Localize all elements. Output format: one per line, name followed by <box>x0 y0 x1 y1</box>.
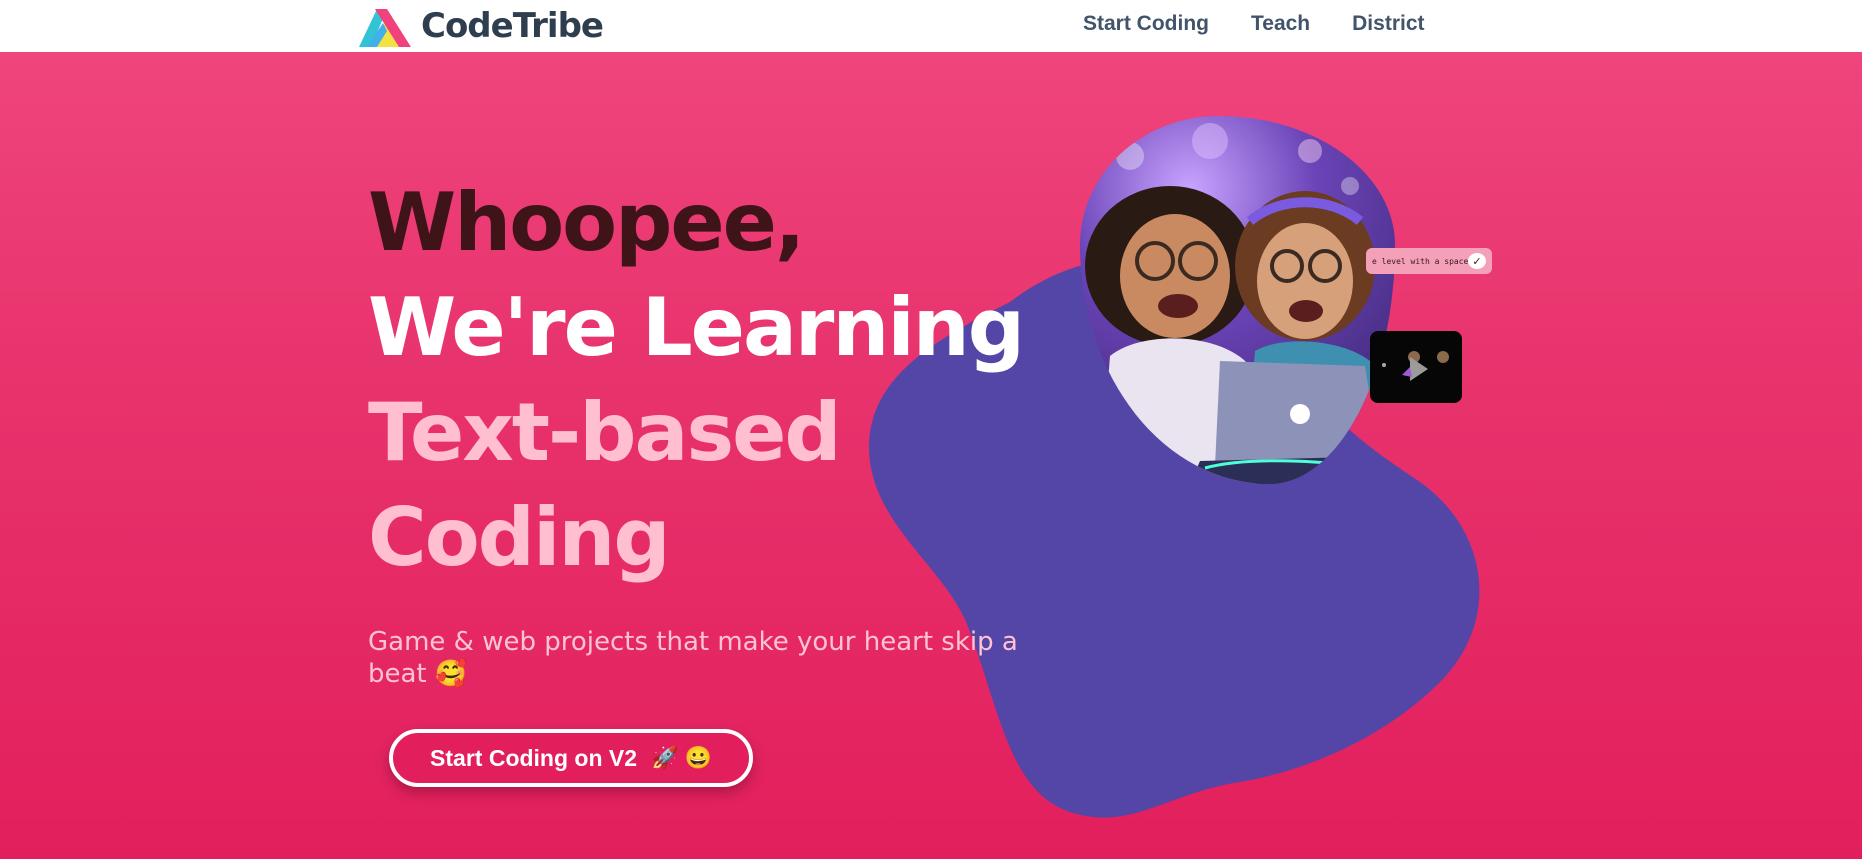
hero-headline: Whoopee, We're Learning Text-based Codin… <box>368 170 1025 590</box>
game-preview-card[interactable] <box>1370 331 1462 403</box>
brand-name: CodeTribe <box>421 6 604 46</box>
codetribe-logo-icon <box>353 3 415 49</box>
check-icon: ✓ <box>1468 253 1486 269</box>
cta-emoji: 🚀 😀 <box>651 745 712 770</box>
nav-item-district[interactable]: District <box>1352 12 1424 36</box>
start-coding-v2-button[interactable]: Start Coding on V2 🚀 😀 <box>389 729 753 787</box>
hero-subtitle: Game & web projects that make your heart… <box>368 627 1018 689</box>
headline-line-3: Text-based <box>368 386 842 479</box>
hero-section: e level with a space ✓ Whoopee, We're Le… <box>0 52 1862 859</box>
headline-line-4: Coding <box>368 491 671 584</box>
nav-item-teach[interactable]: Teach <box>1251 12 1310 36</box>
nav-item-start-coding[interactable]: Start Coding <box>1083 12 1209 36</box>
headline-line-2: We're Learning <box>368 281 1025 374</box>
brand-logo[interactable]: CodeTribe <box>353 2 604 50</box>
cta-label: Start Coding on V2 <box>430 744 638 771</box>
site-header: CodeTribe Start Coding Teach District <box>0 0 1862 52</box>
main-nav: Start Coding Teach District <box>1083 12 1467 36</box>
code-snippet-chip: e level with a space ✓ <box>1366 248 1492 274</box>
code-snippet-text: e level with a space <box>1372 256 1468 266</box>
headline-line-1: Whoopee, <box>368 176 805 269</box>
play-icon <box>1410 357 1428 381</box>
